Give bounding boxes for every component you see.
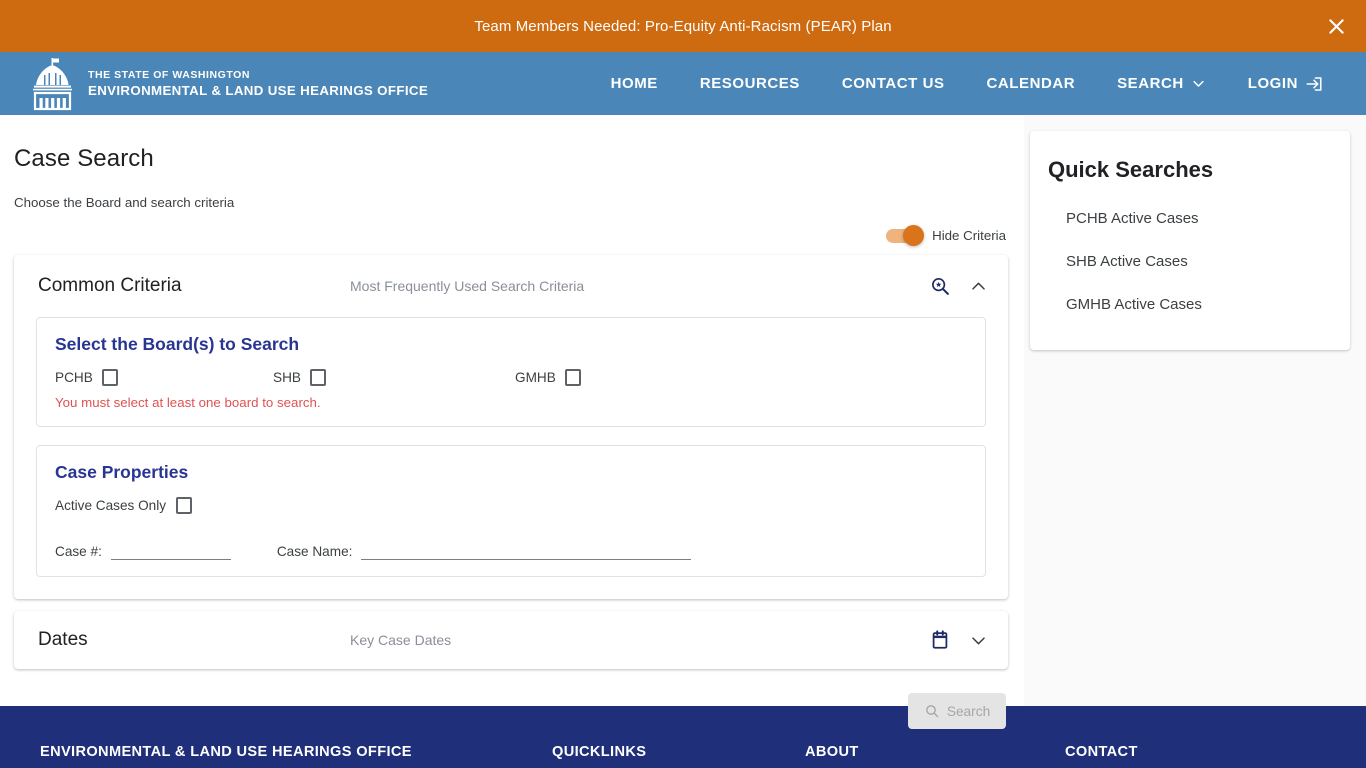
hide-criteria-label: Hide Criteria [932,228,1006,243]
footer-heading-about: ABOUT [805,744,859,760]
footer-heading-office: ENVIRONMENTAL & LAND USE HEARINGS OFFICE [40,744,412,760]
board-options-row: PCHB SHB GMHB [55,369,967,386]
nav-item-login-label: LOGIN [1247,75,1298,92]
capitol-dome-icon [33,57,72,110]
case-name-input[interactable] [361,540,692,560]
brand-logo[interactable]: THE STATE OF WASHINGTON ENVIRONMENTAL & … [30,57,428,111]
case-number-field: Case #: [55,540,231,560]
main-content: Case Search Choose the Board and search … [0,115,1024,729]
page-title: Case Search [14,145,154,172]
dates-title: Dates [38,629,88,650]
case-name-label: Case Name: [276,544,353,559]
nav-item-contact-us-label: CONTACT US [841,75,945,92]
page-subtitle: Choose the Board and search criteria [14,195,235,210]
quick-search-item-gmhb[interactable]: GMHB Active Cases [1048,283,1332,326]
nav-item-contact-us[interactable]: CONTACT US [821,75,966,92]
board-checkbox-shb[interactable] [309,369,326,386]
search-button[interactable]: Search [908,693,1006,729]
case-name-field: Case Name: [277,540,692,560]
board-option-gmhb-label: GMHB [515,370,556,385]
common-criteria-actions [929,275,988,297]
select-boards-section: Select the Board(s) to Search PCHB SHB G… [36,317,986,427]
nav-item-home[interactable]: HOME [590,75,679,92]
quick-search-item-shb[interactable]: SHB Active Cases [1048,240,1332,283]
chevron-down-icon[interactable] [969,631,988,650]
dates-actions [929,629,988,651]
nav-links: HOME RESOURCES CONTACT US CALENDAR SEARC… [590,75,1366,93]
case-number-input[interactable] [110,540,231,560]
dates-hint: Key Case Dates [350,632,452,648]
search-button-label: Search [946,703,991,719]
quick-search-item-pchb[interactable]: PCHB Active Cases [1048,197,1332,240]
search-actions-row: Search [14,693,1008,729]
login-arrow-icon [1306,76,1322,91]
case-properties-title: Case Properties [55,462,189,482]
search-icon [925,705,939,718]
alert-banner: Team Members Needed: Pro-Equity Anti-Rac… [0,0,1366,52]
case-fields-row: Case #: Case Name: [55,540,967,560]
nav-item-calendar[interactable]: CALENDAR [966,75,1097,92]
board-option-gmhb[interactable]: GMHB [515,369,581,386]
active-cases-only-option[interactable]: Active Cases Only [55,497,967,514]
board-option-shb[interactable]: SHB [273,369,515,386]
chevron-down-icon [1193,80,1204,87]
board-checkbox-gmhb[interactable] [564,369,581,386]
footer-heading-contact: CONTACT [1065,744,1138,760]
sidebar: Quick Searches PCHB Active Cases SHB Act… [1024,115,1366,706]
brand-line-office: ENVIRONMENTAL & LAND USE HEARINGS OFFICE [88,82,429,98]
case-properties-section: Case Properties Active Cases Only Case #… [36,445,986,577]
quick-searches-title: Quick Searches [1048,157,1214,182]
nav-item-home-label: HOME [610,75,658,92]
hide-criteria-toggle-thumb [903,224,925,246]
nav-item-search[interactable]: SEARCH [1096,75,1227,92]
common-criteria-header[interactable]: Common Criteria Most Frequently Used Sea… [14,255,1008,317]
select-boards-title: Select the Board(s) to Search [55,334,300,354]
quick-searches-list: PCHB Active Cases SHB Active Cases GMHB … [1048,197,1332,326]
alert-banner-text: Team Members Needed: Pro-Equity Anti-Rac… [474,17,892,35]
board-option-pchb-label: PCHB [55,370,93,385]
common-criteria-panel: Common Criteria Most Frequently Used Sea… [14,255,1008,599]
nav-item-search-label: SEARCH [1117,75,1184,92]
nav-item-resources-label: RESOURCES [699,75,800,92]
hide-criteria-row: Hide Criteria [14,224,1008,246]
site-nav: THE STATE OF WASHINGTON ENVIRONMENTAL & … [0,52,1366,115]
hide-criteria-toggle[interactable] [886,224,925,246]
quick-searches-card: Quick Searches PCHB Active Cases SHB Act… [1030,131,1350,350]
magnifier-star-icon[interactable] [929,275,951,297]
nav-item-login[interactable]: LOGIN [1227,75,1344,93]
board-option-pchb[interactable]: PCHB [55,369,273,386]
board-checkbox-pchb[interactable] [101,369,118,386]
board-option-shb-label: SHB [273,370,301,385]
case-number-label: Case #: [55,544,102,559]
board-validation-error: You must select at least one board to se… [55,395,321,410]
close-icon[interactable] [1322,12,1350,40]
active-cases-only-checkbox[interactable] [176,497,193,514]
brand-line-state: THE STATE OF WASHINGTON [88,68,250,81]
nav-item-calendar-label: CALENDAR [986,75,1076,92]
dates-panel: Dates Key Case Dates [14,611,1008,669]
chevron-up-icon[interactable] [969,277,988,296]
common-criteria-body: Select the Board(s) to Search PCHB SHB G… [14,317,1008,599]
page-body: Case Search Choose the Board and search … [0,115,1366,729]
common-criteria-hint: Most Frequently Used Search Criteria [350,278,585,294]
common-criteria-title: Common Criteria [38,275,182,296]
dates-header[interactable]: Dates Key Case Dates [14,611,1008,669]
calendar-icon[interactable] [929,629,951,651]
footer-heading-quicklinks: QUICKLINKS [552,744,647,760]
active-cases-only-label: Active Cases Only [55,498,167,513]
nav-item-resources[interactable]: RESOURCES [679,75,821,92]
